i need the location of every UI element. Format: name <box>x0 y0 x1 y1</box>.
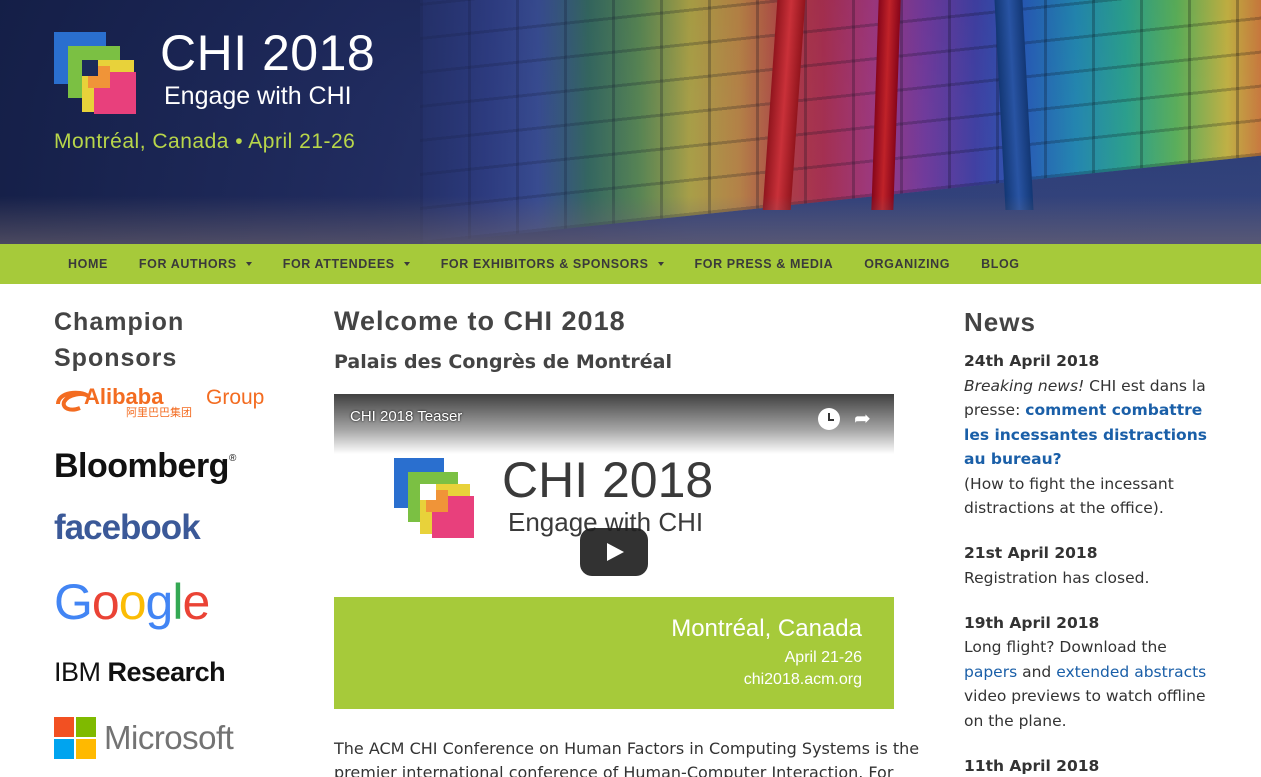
nav-for-exhibitors[interactable]: FOR EXHIBITORS & SPONSORS <box>441 257 664 271</box>
ibm-wordmark: IBM <box>54 657 101 687</box>
page-subtitle: Palais des Congrès de Montréal <box>334 351 672 373</box>
nav-for-press-label: FOR PRESS & MEDIA <box>694 257 834 271</box>
news-body: Registration has closed. <box>964 568 1150 587</box>
news-text: Long flight? Download the <box>964 638 1167 656</box>
news-item: 19th April 2018 Long flight? Download th… <box>964 611 1219 734</box>
sponsor-ibm-research-logo[interactable]: IBM Research <box>54 657 226 688</box>
video-frame-title: CHI 2018 <box>502 452 714 508</box>
video-chi-logo-icon <box>394 458 474 542</box>
news-date: 19th April 2018 <box>964 613 1100 632</box>
chi-logo-icon[interactable] <box>54 32 138 114</box>
nav-for-exhibitors-label: FOR EXHIBITORS & SPONSORS <box>440 257 649 271</box>
site-tagline: Engage with CHI <box>164 82 352 110</box>
play-button[interactable] <box>580 528 648 576</box>
video-green-banner: Montréal, Canada April 21-26 chi2018.acm… <box>334 597 894 709</box>
news-item: 21st April 2018 Registration has closed. <box>964 541 1219 590</box>
ibm-research-wordmark: Research <box>107 657 226 687</box>
chevron-down-icon <box>245 262 252 266</box>
video-city: Montréal, Canada <box>671 615 862 642</box>
sponsor-bloomberg-logo[interactable]: Bloomberg® <box>54 447 236 486</box>
news-list: 24th April 2018 Breaking news! CHI est d… <box>964 349 1219 777</box>
alibaba-logo-icon: Alibaba Group 阿里巴巴集团 <box>56 384 264 419</box>
site-title[interactable]: CHI 2018 <box>160 24 375 82</box>
chevron-down-icon <box>657 262 664 266</box>
alibaba-chinese-text: 阿里巴巴集团 <box>126 405 192 419</box>
registered-mark: ® <box>228 453 236 464</box>
news-lead: Breaking news! <box>964 376 1085 395</box>
nav-for-press[interactable]: FOR PRESS & MEDIA <box>695 257 834 271</box>
news-body: Breaking news! CHI est dans la presse: c… <box>964 374 1219 521</box>
nav-for-authors[interactable]: FOR AUTHORS <box>139 257 252 271</box>
chevron-down-icon <box>403 262 410 266</box>
nav-for-attendees-label: FOR ATTENDEES <box>282 257 395 271</box>
facebook-wordmark: facebook <box>54 508 201 547</box>
video-dates: April 21-26 <box>784 649 862 666</box>
news-text: and <box>1017 662 1057 681</box>
news-item: 11th April 2018 <box>964 754 1219 777</box>
news-date: 11th April 2018 <box>964 756 1100 775</box>
share-icon[interactable]: ➦ <box>854 406 871 430</box>
sponsors-heading: Champion Sponsors <box>54 308 185 372</box>
sponsor-alibaba-logo[interactable]: Alibaba Group 阿里巴巴集团 <box>54 382 264 422</box>
extended-abstracts-link[interactable]: extended abstracts <box>1056 663 1206 681</box>
intro-paragraph: The ACM CHI Conference on Human Factors … <box>334 739 920 777</box>
news-date: 24th April 2018 <box>964 352 1100 370</box>
page-title: Welcome to CHI 2018 <box>334 306 626 336</box>
news-body: Long flight? Download the papers and ext… <box>964 635 1219 733</box>
sponsor-google-logo[interactable]: Google <box>54 572 210 632</box>
nav-organizing[interactable]: ORGANIZING <box>864 257 950 271</box>
news-item: 24th April 2018 Breaking news! CHI est d… <box>964 349 1219 521</box>
header-banner: CHI 2018 Engage with CHI Montréal, Canad… <box>0 0 1261 244</box>
news-text: video previews to watch offline on the p… <box>964 687 1206 730</box>
microsoft-windows-icon <box>54 717 96 759</box>
site-location: Montréal, Canada • April 21-26 <box>54 130 356 153</box>
watch-later-icon[interactable] <box>818 408 840 430</box>
microsoft-wordmark: Microsoft <box>104 719 234 756</box>
news-text: (How to fight the incessant distractions… <box>964 474 1174 518</box>
nav-home-label: HOME <box>68 257 108 271</box>
papers-link[interactable]: papers <box>964 663 1017 681</box>
alibaba-group-text: Group <box>206 386 264 409</box>
bloomberg-wordmark: Bloomberg <box>54 447 229 485</box>
nav-blog[interactable]: BLOG <box>981 257 1020 271</box>
nav-for-authors-label: FOR AUTHORS <box>138 257 237 271</box>
teaser-video-player[interactable]: CHI 2018 Engage with CHI Montréal, Canad… <box>334 394 894 709</box>
news-heading: News <box>964 307 1036 337</box>
video-title-link[interactable]: CHI 2018 Teaser <box>350 408 462 425</box>
sponsor-microsoft-logo[interactable]: Microsoft <box>54 717 234 759</box>
nav-blog-label: BLOG <box>981 257 1020 271</box>
banner-bottom-fade <box>0 196 1261 244</box>
nav-organizing-label: ORGANIZING <box>864 257 951 271</box>
google-wordmark: Google <box>54 574 210 630</box>
sponsor-facebook-logo[interactable]: facebook <box>54 508 201 548</box>
nav-home[interactable]: HOME <box>68 257 108 271</box>
video-url: chi2018.acm.org <box>743 671 862 688</box>
news-date: 21st April 2018 <box>964 544 1098 562</box>
main-nav: HOME FOR AUTHORS FOR ATTENDEES FOR EXHIB… <box>0 244 1261 284</box>
nav-for-attendees[interactable]: FOR ATTENDEES <box>283 257 410 271</box>
